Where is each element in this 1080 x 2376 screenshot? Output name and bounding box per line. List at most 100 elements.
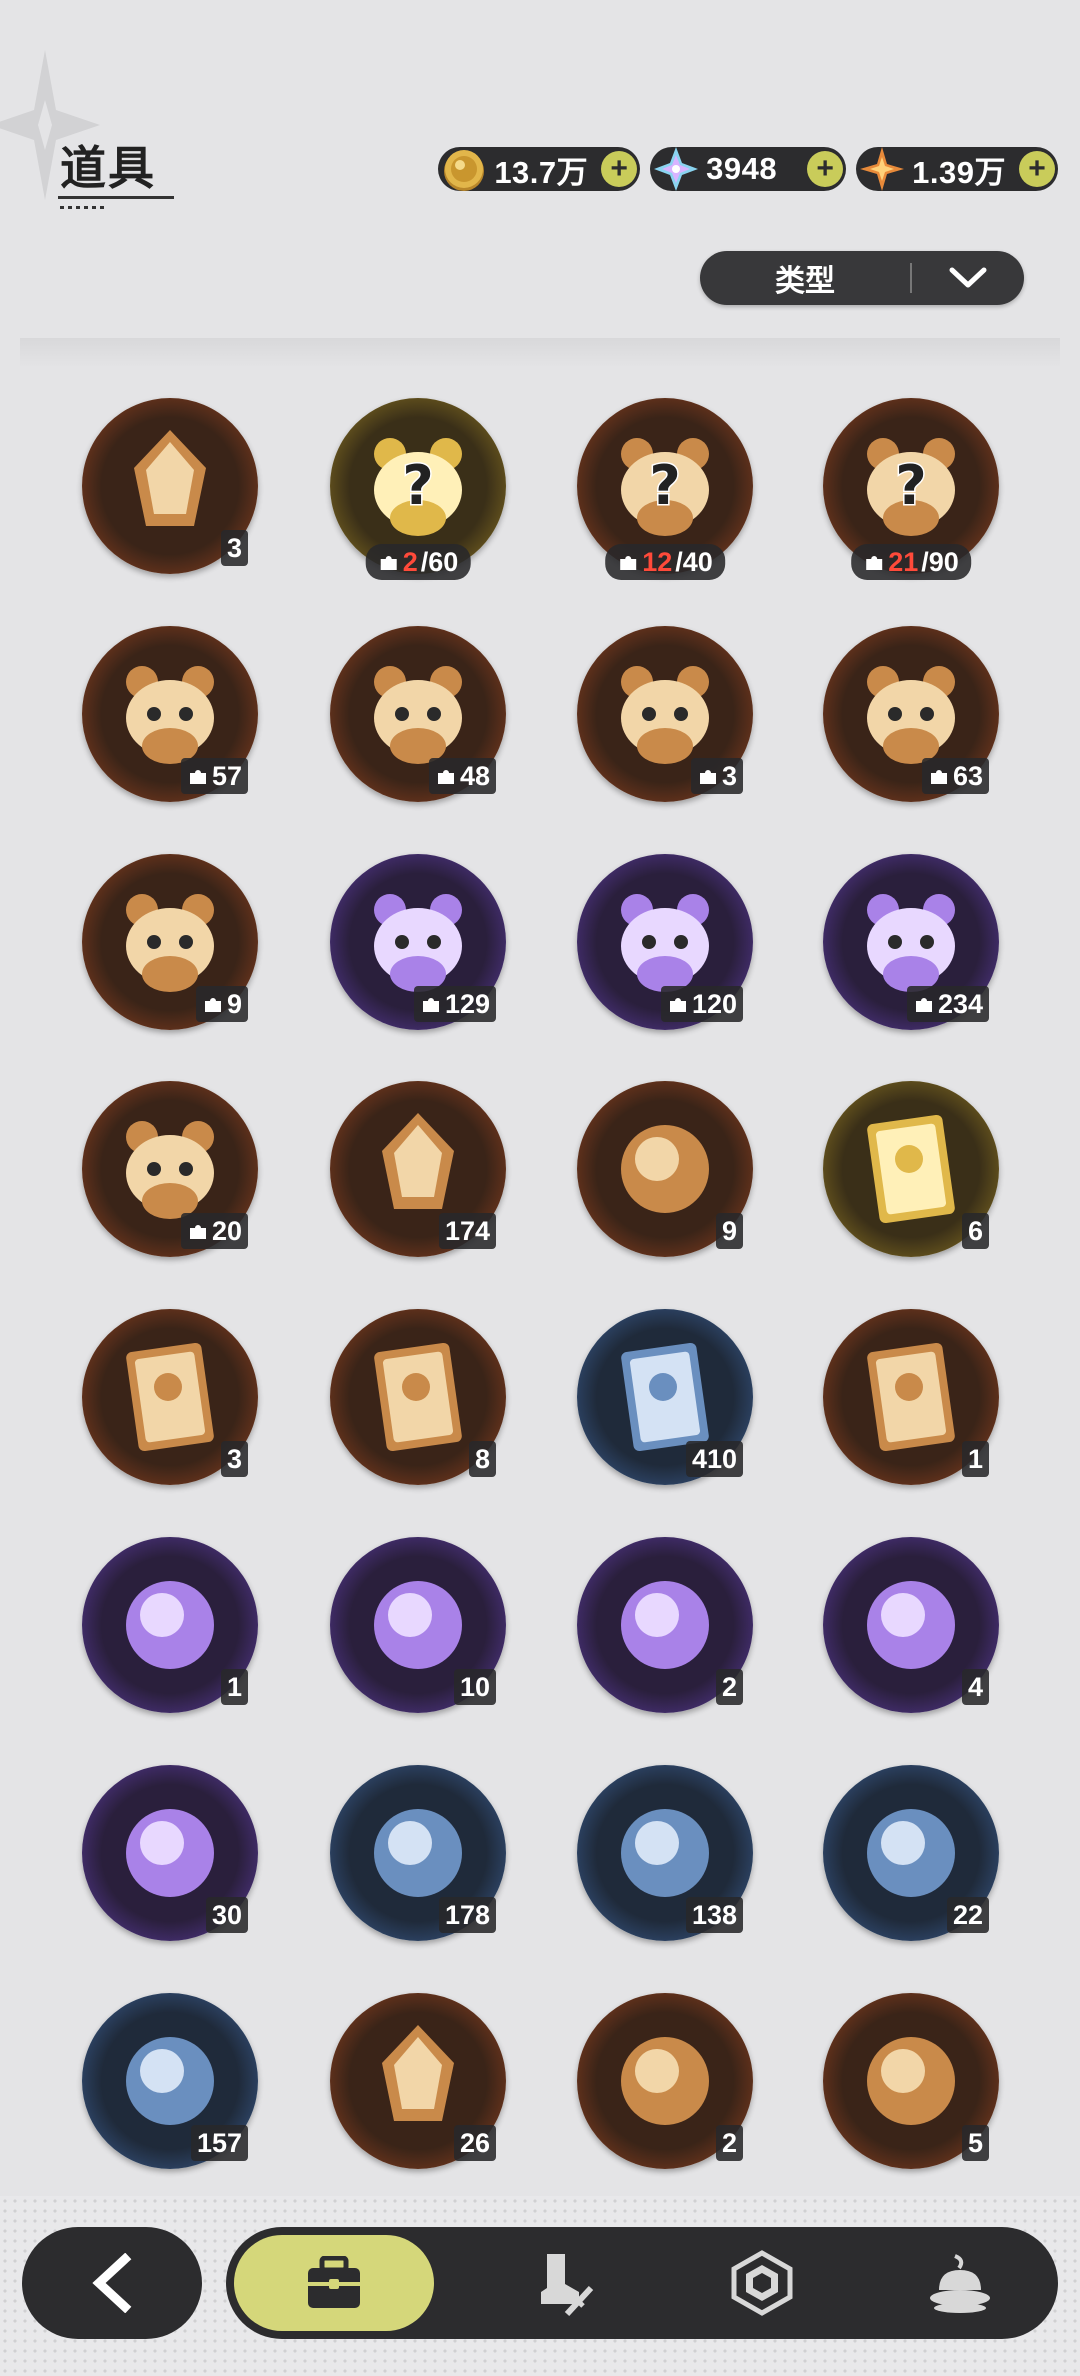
item-slot[interactable]: 3: [82, 1309, 258, 1485]
tab-equipment[interactable]: [464, 2235, 664, 2331]
item-count: 3: [721, 761, 737, 791]
item-count-badge: 6: [961, 1213, 989, 1249]
puzzle-piece-icon: [189, 1225, 206, 1239]
bag-icon: [308, 2256, 360, 2308]
item-slot[interactable]: 1: [823, 1309, 999, 1485]
item-count-badge: 1: [220, 1669, 248, 1705]
scroll-icon: [867, 1581, 955, 1669]
svg-text:?: ?: [402, 454, 433, 517]
puzzle-piece-icon: [380, 556, 397, 570]
boot-sword-icon: [541, 2254, 594, 2317]
item-slot[interactable]: 9: [82, 854, 258, 1030]
item-slot[interactable]: 10: [330, 1537, 506, 1713]
item-slot[interactable]: 6: [823, 1081, 999, 1257]
item-count-badge: 9: [715, 1213, 743, 1249]
item-slot[interactable]: 2: [577, 1537, 753, 1713]
item-count-badge: 3: [690, 758, 743, 794]
item-count: 20: [211, 1216, 242, 1246]
back-button[interactable]: [22, 2227, 202, 2339]
rainbow-ticket-icon: [867, 2037, 955, 2125]
owned-count: 21: [888, 547, 919, 577]
puzzle-piece-icon: [699, 770, 716, 784]
item-count-badge: 9: [195, 986, 248, 1022]
item-count: 410: [691, 1444, 737, 1474]
item-slot[interactable]: 178: [330, 1765, 506, 1941]
item-count-badge: 4: [961, 1669, 989, 1705]
svg-text:?: ?: [895, 454, 926, 517]
mystery-bear-orange-icon: ?: [621, 438, 709, 536]
required-count: /60: [420, 547, 459, 577]
required-count: /90: [921, 547, 959, 577]
mystery-bear-brown-icon: ?: [867, 438, 955, 536]
holo-portrait-card-icon: [126, 1342, 214, 1452]
item-count: 1: [967, 1444, 983, 1474]
item-slot[interactable]: 1: [82, 1537, 258, 1713]
item-count-badge: 3: [220, 1441, 248, 1477]
tab-bag[interactable]: [234, 2235, 434, 2331]
puzzle-piece-icon: [669, 998, 686, 1012]
tab-food[interactable]: [860, 2235, 1060, 2331]
item-count: 8: [474, 1444, 490, 1474]
item-slot[interactable]: 174: [330, 1081, 506, 1257]
item-count-badge: 138: [685, 1897, 743, 1933]
item-count-badge: 2: [715, 1669, 743, 1705]
item-count: 157: [196, 2128, 242, 2158]
item-count-badge: 120: [660, 986, 743, 1022]
puzzle-piece-icon: [189, 770, 206, 784]
owned-count: 12: [642, 547, 673, 577]
item-count: 6: [967, 1216, 983, 1246]
item-count: 2: [721, 2128, 737, 2158]
item-slot[interactable]: 8: [330, 1309, 506, 1485]
item-count: 26: [459, 2128, 490, 2158]
item-slot[interactable]: ? 21/90: [823, 398, 999, 580]
item-slot[interactable]: 234: [823, 854, 999, 1030]
item-slot[interactable]: 30: [82, 1765, 258, 1941]
item-slot[interactable]: 4: [823, 1537, 999, 1713]
item-count: 10: [459, 1672, 490, 1702]
puzzle-piece-icon: [204, 998, 221, 1012]
item-slot[interactable]: 63: [823, 626, 999, 802]
item-slot[interactable]: 138: [577, 1765, 753, 1941]
item-count-badge: 234: [906, 986, 989, 1022]
item-slot[interactable]: 48: [330, 626, 506, 802]
item-slot[interactable]: 20: [82, 1081, 258, 1257]
orange-portrait-card-icon: [374, 1342, 462, 1452]
item-count-badge: 2: [715, 2125, 743, 2161]
item-count: 3: [226, 1444, 242, 1474]
item-slot[interactable]: 120: [577, 854, 753, 1030]
purple-crystal-shard-icon: [134, 430, 206, 526]
item-count: 234: [937, 989, 983, 1019]
item-slot[interactable]: 129: [330, 854, 506, 1030]
item-slot[interactable]: 26: [330, 1993, 506, 2169]
item-count: 5: [967, 2128, 983, 2158]
item-slot[interactable]: 2: [577, 1993, 753, 2169]
mystery-bear-gold-icon: ?: [374, 438, 462, 536]
puzzle-piece-icon: [422, 998, 439, 1012]
item-slot[interactable]: 3: [577, 626, 753, 802]
required-count: /40: [675, 547, 713, 577]
hexagon-gem-icon: [731, 2250, 793, 2316]
item-count: 178: [444, 1900, 490, 1930]
puzzle-piece-icon: [437, 770, 454, 784]
item-slot[interactable]: 9: [577, 1081, 753, 1257]
item-count-badge: 48: [428, 758, 496, 794]
item-slot[interactable]: 22: [823, 1765, 999, 1941]
item-count: 48: [459, 761, 490, 791]
item-count-badge: 21/90: [851, 544, 971, 580]
tab-gems[interactable]: [662, 2235, 862, 2331]
item-slot[interactable]: 3: [82, 398, 258, 574]
item-slot[interactable]: 157: [82, 1993, 258, 2169]
item-count-badge: 22: [946, 1897, 989, 1933]
item-count: 1: [226, 1672, 242, 1702]
puzzle-piece-icon: [866, 556, 883, 570]
item-count-badge: 63: [921, 758, 989, 794]
item-count-badge: 30: [205, 1897, 248, 1933]
paw-bell-icon: [621, 1125, 709, 1213]
item-slot[interactable]: 410: [577, 1309, 753, 1485]
item-slot[interactable]: 57: [82, 626, 258, 802]
back-arrow-icon: [92, 2253, 132, 2313]
item-slot[interactable]: ? 2/60: [330, 398, 506, 580]
bottom-tab-bar: [226, 2227, 1058, 2339]
item-slot[interactable]: 5: [823, 1993, 999, 2169]
item-slot[interactable]: ? 12/40: [577, 398, 753, 580]
